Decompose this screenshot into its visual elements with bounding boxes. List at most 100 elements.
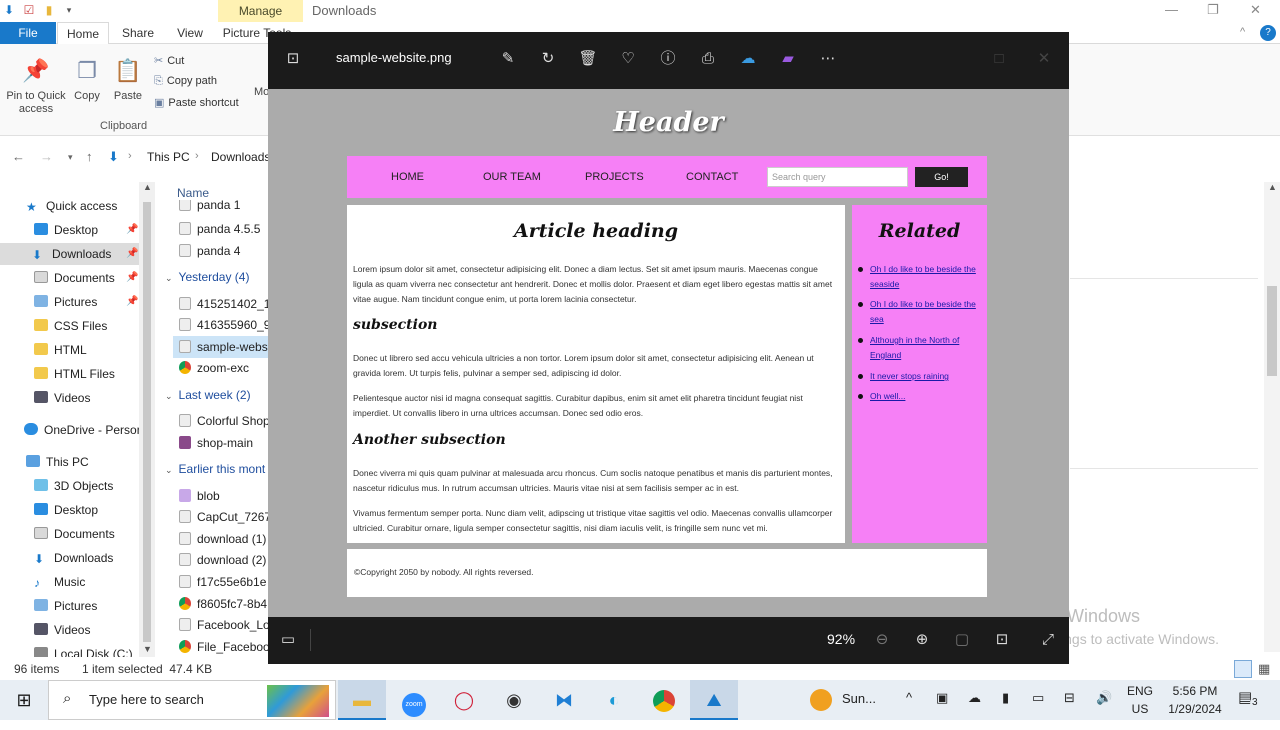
up-arrow-icon[interactable]: ↑ xyxy=(86,149,93,164)
breadcrumb-this-pc[interactable]: This PC xyxy=(147,150,190,164)
vscode-taskbar-icon[interactable]: ⧓ xyxy=(540,680,588,720)
list-item[interactable]: 416355960_9 xyxy=(179,314,268,336)
sidebar-item-pictures-2[interactable]: Pictures xyxy=(34,595,97,617)
folder-icon[interactable]: ▮ xyxy=(42,3,56,17)
list-item[interactable]: zoom-exc xyxy=(179,357,249,379)
paste-button[interactable]: 📋 Paste xyxy=(110,56,146,103)
clipchamp-icon[interactable]: ▰ xyxy=(777,48,799,70)
scroll-down-icon[interactable]: ▼ xyxy=(143,644,152,654)
file-list-scrollbar[interactable]: ▲ xyxy=(1264,182,1280,652)
sidebar-item-documents[interactable]: Documents xyxy=(34,267,115,289)
list-item[interactable]: File_Faceboo xyxy=(179,636,268,658)
rotate-icon[interactable]: ↻ xyxy=(537,48,559,70)
tab-view[interactable]: View xyxy=(170,22,210,44)
tab-share[interactable]: Share xyxy=(118,22,158,44)
scroll-up-icon[interactable]: ▲ xyxy=(1268,182,1277,192)
list-item[interactable]: download (2) xyxy=(179,549,266,571)
edge-taskbar-icon[interactable]: ◐ xyxy=(590,680,638,720)
more-options-icon[interactable]: ⋯ xyxy=(817,48,839,70)
show-hidden-icons-icon[interactable]: ^ xyxy=(906,690,912,730)
sidebar-item-quick-access[interactable]: ★ Quick access xyxy=(26,195,117,217)
clock[interactable]: 5:56 PM 1/29/2024 xyxy=(1162,680,1228,720)
info-icon[interactable]: ⓘ xyxy=(657,48,679,70)
breadcrumb-downloads[interactable]: Downloads xyxy=(211,150,270,164)
onedrive-tray-icon[interactable]: ☁ xyxy=(968,690,981,730)
delete-icon[interactable]: 🗑 xyxy=(577,48,599,70)
file-explorer-taskbar-icon[interactable]: ▬ xyxy=(338,680,386,720)
list-item[interactable]: 415251402_1 xyxy=(179,293,268,315)
sidebar-item-downloads-2[interactable]: ⬇ Downloads xyxy=(34,547,113,569)
sidebar-item-music[interactable]: ♪ Music xyxy=(34,571,85,593)
fullscreen-icon[interactable]: ⤢ xyxy=(1037,629,1059,651)
properties-icon[interactable]: ☑ xyxy=(22,3,36,17)
recent-locations-icon[interactable]: ▾ xyxy=(68,152,73,163)
language-indicator[interactable]: ENG US xyxy=(1126,680,1154,720)
obs-taskbar-icon[interactable]: ◉ xyxy=(490,680,538,720)
start-windows-icon[interactable]: ⊞ xyxy=(0,680,48,720)
favorite-heart-icon[interactable]: ♡ xyxy=(617,48,639,70)
tab-file[interactable]: File xyxy=(0,22,56,44)
move-to-button[interactable]: Mo xyxy=(254,86,268,99)
photos-app-icon[interactable]: ⊡ xyxy=(282,48,304,70)
group-header-last-week[interactable]: ⌄ Last week (2) xyxy=(165,384,251,406)
zoom-taskbar-icon[interactable]: zoom xyxy=(390,680,438,720)
maximize-icon[interactable]: □ xyxy=(988,48,1010,70)
tab-home[interactable]: Home xyxy=(57,22,109,44)
list-item[interactable]: CapCut_7267 xyxy=(179,506,268,528)
scroll-up-icon[interactable]: ▲ xyxy=(143,182,152,192)
network-icon[interactable]: ⊟ xyxy=(1064,690,1075,730)
sidebar-item-videos[interactable]: Videos xyxy=(34,387,90,409)
list-item[interactable]: f8605fc7-8b4 xyxy=(179,593,267,615)
sidebar-item-desktop-2[interactable]: Desktop xyxy=(34,499,98,521)
volume-icon[interactable]: 🔊 xyxy=(1096,690,1112,730)
edit-image-icon[interactable]: ✎ xyxy=(497,48,519,70)
list-item[interactable]: download (1) xyxy=(179,528,266,550)
list-item[interactable]: shop-main xyxy=(179,432,253,454)
print-icon[interactable]: ⎙ xyxy=(697,48,719,70)
list-item-selected[interactable]: sample-websi xyxy=(173,336,268,358)
usb-icon[interactable]: ▮ xyxy=(1002,690,1009,730)
meet-now-icon[interactable]: ▣ xyxy=(936,690,948,730)
sidebar-item-downloads[interactable]: ⬇ Downloads xyxy=(0,243,145,265)
scroll-thumb[interactable] xyxy=(143,202,151,642)
notification-center-icon[interactable]: ▤ 3 xyxy=(1238,688,1260,728)
sidebar-item-html[interactable]: HTML xyxy=(34,339,87,361)
ribbon-collapse-icon[interactable]: ^ xyxy=(1240,26,1245,38)
details-view-icon[interactable] xyxy=(1234,660,1252,678)
scroll-thumb[interactable] xyxy=(1267,286,1277,376)
list-item[interactable]: panda 4.5.5 xyxy=(179,218,260,240)
sidebar-item-this-pc[interactable]: This PC xyxy=(26,451,89,473)
sidebar-item-onedrive[interactable]: OneDrive - Person xyxy=(24,419,143,441)
sidebar-item-3d-objects[interactable]: 3D Objects xyxy=(34,475,113,497)
sidebar-item-desktop[interactable]: Desktop xyxy=(34,219,98,241)
sidebar-item-videos-2[interactable]: Videos xyxy=(34,619,90,641)
maximize-icon[interactable]: ❐ xyxy=(1207,2,1219,18)
list-item[interactable]: Colorful Shop xyxy=(179,410,268,432)
back-arrow-icon[interactable]: ← xyxy=(12,149,25,164)
sidebar-item-css-files[interactable]: CSS Files xyxy=(34,315,107,337)
list-item[interactable]: panda 4 xyxy=(179,240,240,262)
download-arrow-icon[interactable]: ⬇ xyxy=(2,3,16,17)
large-icons-view-icon[interactable]: ▦ xyxy=(1258,661,1270,677)
group-header-earlier[interactable]: ⌄ Earlier this mont xyxy=(165,458,265,480)
close-icon[interactable]: ✕ xyxy=(1250,2,1261,18)
taskbar-search-box[interactable]: ⌕ Type here to search xyxy=(48,680,336,720)
onedrive-cloud-icon[interactable]: ☁ xyxy=(737,48,759,70)
actual-size-icon[interactable]: ▢ xyxy=(951,629,973,651)
minimize-icon[interactable]: — xyxy=(1165,2,1178,17)
sidebar-item-pictures[interactable]: Pictures xyxy=(34,291,97,313)
list-item[interactable]: f17c55e6b1e xyxy=(179,571,266,593)
list-item[interactable]: Facebook_Lo xyxy=(179,614,268,636)
sidebar-item-local-disk[interactable]: Local Disk (C:) xyxy=(34,643,133,657)
pin-quick-access-button[interactable]: 📌 Pin to Quick access xyxy=(4,56,68,116)
opera-taskbar-icon[interactable]: ◯ xyxy=(440,680,488,720)
paste-shortcut-button[interactable]: ▣ Paste shortcut xyxy=(154,96,239,109)
copy-button[interactable]: ❐ Copy xyxy=(70,56,104,103)
cut-button[interactable]: ✂ Cut xyxy=(154,54,184,67)
filmstrip-icon[interactable]: ▭ xyxy=(277,629,299,651)
nav-pane-scrollbar[interactable]: ▲ ▼ xyxy=(139,182,155,657)
forward-arrow-icon[interactable]: → xyxy=(40,149,53,164)
fit-window-icon[interactable]: ⊡ xyxy=(991,629,1013,651)
chevron-down-icon[interactable]: ▾ xyxy=(62,3,76,17)
close-icon[interactable]: ✕ xyxy=(1033,48,1055,70)
